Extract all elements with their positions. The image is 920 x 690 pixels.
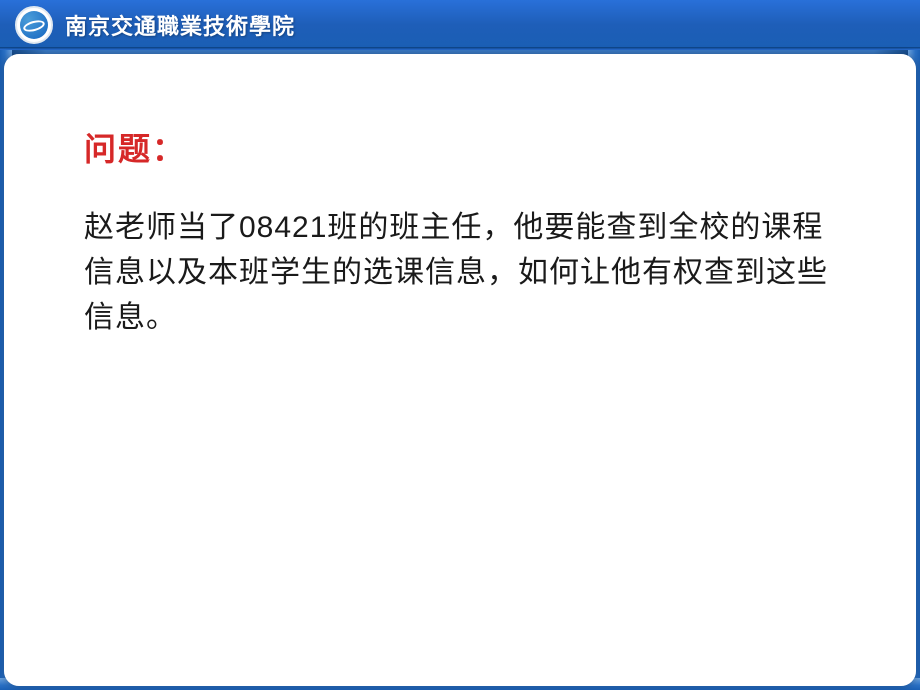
question-body: 赵老师当了08421班的班主任，他要能查到全校的课程信息以及本班学生的选课信息，… (84, 205, 836, 340)
school-logo-icon (15, 6, 53, 44)
question-title: 问题： (84, 124, 836, 170)
slide-header: 南京交通職業技術學院 (0, 0, 920, 50)
header-divider (0, 47, 920, 50)
content-panel: 问题： 赵老师当了08421班的班主任，他要能查到全校的课程信息以及本班学生的选… (4, 54, 916, 686)
content-wrapper: 问题： 赵老师当了08421班的班主任，他要能查到全校的课程信息以及本班学生的选… (0, 50, 920, 690)
school-name-text: 南京交通職業技術學院 (65, 9, 295, 41)
